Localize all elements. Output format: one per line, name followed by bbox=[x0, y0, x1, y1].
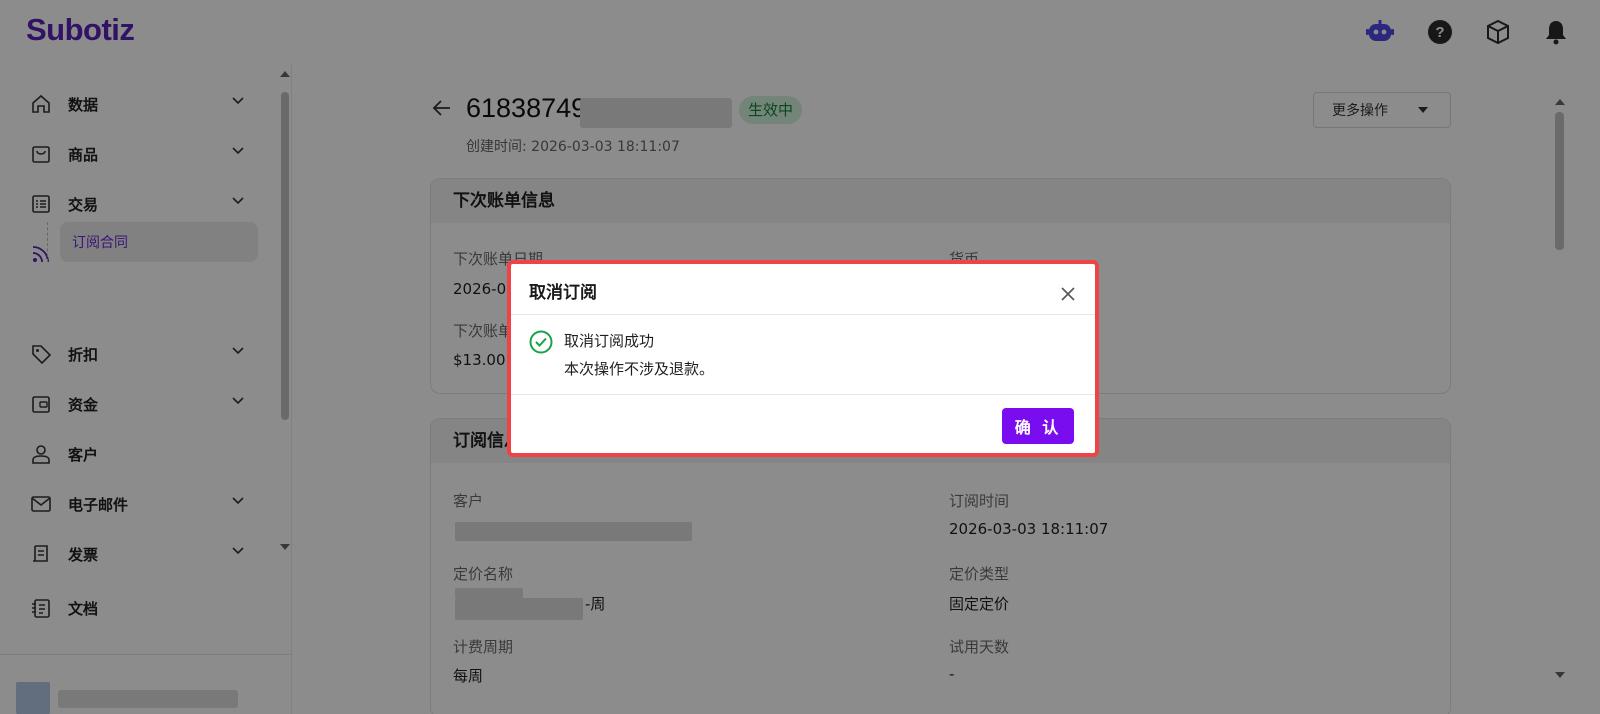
success-check-icon bbox=[529, 330, 553, 354]
dialog-title: 取消订阅 bbox=[529, 283, 597, 303]
dialog-message-title: 取消订阅成功 bbox=[564, 332, 655, 350]
cancel-subscription-dialog: 取消订阅 取消订阅成功 本次操作不涉及退款。 确 认 bbox=[507, 260, 1099, 457]
close-icon[interactable] bbox=[1058, 284, 1078, 304]
dialog-footer-divider bbox=[511, 394, 1095, 395]
dialog-message-body: 本次操作不涉及退款。 bbox=[564, 360, 715, 378]
confirm-button[interactable]: 确 认 bbox=[1002, 408, 1074, 444]
dialog-divider bbox=[511, 314, 1095, 315]
